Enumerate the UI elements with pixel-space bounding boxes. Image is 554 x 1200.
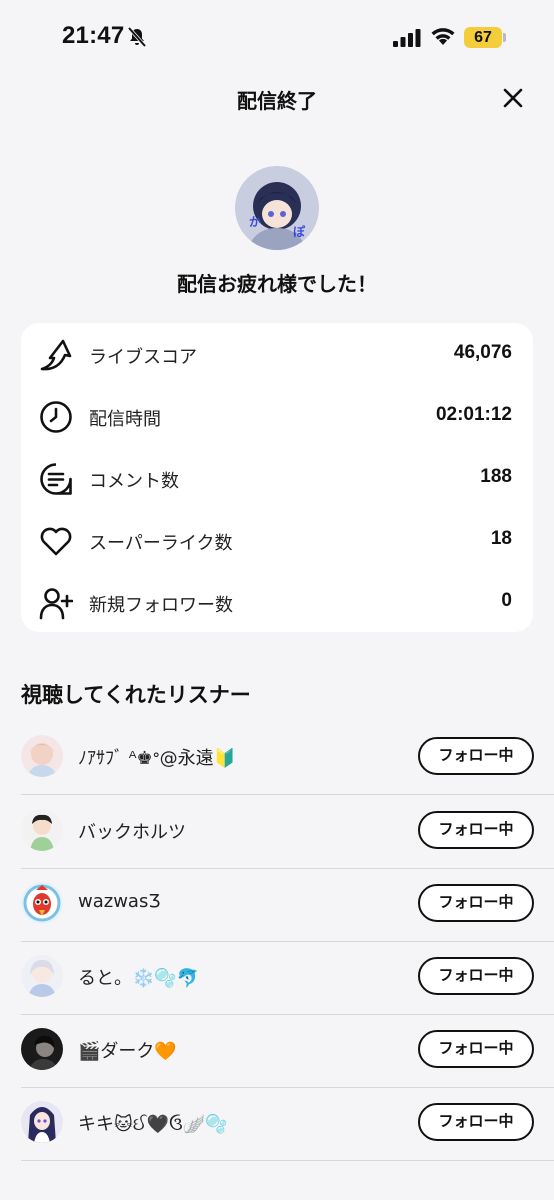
- stat-value: 18: [490, 528, 512, 549]
- stat-row-stream-time: 配信時間 02:01:12: [21, 385, 533, 447]
- listener-name: 🎬ダーク🧡: [78, 1041, 177, 1062]
- listener-name: ﾉｱｻﾌﾞ ᴬ♚ᐤ@永遠🔰: [78, 748, 237, 769]
- listener-name: バックホルツ: [78, 822, 186, 843]
- listener-avatar: [21, 809, 63, 851]
- listener-row: キキ🐱ઈ🖤ઉ🪽🫧 フォロー中: [21, 1087, 554, 1161]
- close-icon[interactable]: [498, 83, 528, 113]
- listener-avatar: [21, 1028, 63, 1070]
- stream-done-message: 配信お疲れ様でした！: [177, 272, 377, 296]
- stat-row-super-likes: スーパーライク数 18: [21, 509, 533, 571]
- following-button[interactable]: フォロー中: [418, 1103, 534, 1141]
- stat-label: 配信時間: [89, 409, 161, 430]
- listener-row: バックホルツ フォロー中: [21, 795, 554, 869]
- listener-row: ﾉｱｻﾌﾞ ᴬ♚ᐤ@永遠🔰 フォロー中: [21, 721, 554, 795]
- stat-label: スーパーライク数: [89, 533, 233, 554]
- stat-label: 新規フォロワー数: [89, 595, 233, 616]
- stat-value: 0: [501, 590, 512, 611]
- stat-row-comments: コメント数 188: [21, 447, 533, 509]
- stat-value: 188: [480, 466, 512, 487]
- following-button[interactable]: フォロー中: [418, 1030, 534, 1068]
- streamer-avatar: か ぽ: [235, 166, 319, 250]
- wifi-icon: [431, 28, 455, 45]
- stat-label: ライブスコア: [89, 347, 197, 368]
- score-arrow-icon: [40, 339, 72, 371]
- svg-text:か: か: [249, 215, 261, 229]
- following-button[interactable]: フォロー中: [418, 957, 534, 995]
- heart-icon: [40, 527, 72, 556]
- listener-name: ると。❄️🫧🐬: [78, 968, 200, 989]
- following-button[interactable]: フォロー中: [418, 737, 534, 775]
- stat-value: 46,076: [453, 342, 512, 363]
- add-user-icon: [39, 588, 73, 620]
- stats-card: ライブスコア 46,076 配信時間 02:01:12 コメント数 188 スー…: [21, 323, 533, 632]
- following-button[interactable]: フォロー中: [418, 884, 534, 922]
- comment-icon: [40, 463, 72, 495]
- battery-indicator: 67: [464, 27, 502, 48]
- stat-row-new-followers: 新規フォロワー数 0: [21, 571, 533, 633]
- stat-label: コメント数: [89, 471, 179, 492]
- stat-row-live-score: ライブスコア 46,076: [21, 323, 533, 385]
- bell-muted-icon: [127, 26, 147, 48]
- battery-nub: [503, 33, 506, 42]
- listeners-section-title: 視聴してくれたリスナー: [21, 683, 251, 707]
- listener-avatar: [21, 1101, 63, 1143]
- status-bar: 21:47 67: [0, 0, 554, 76]
- listener-avatar: [21, 955, 63, 997]
- stat-value: 02:01:12: [435, 404, 512, 425]
- following-button[interactable]: フォロー中: [418, 811, 534, 849]
- status-time: 21:47: [62, 22, 125, 49]
- listener-row: ると。❄️🫧🐬 フォロー中: [21, 941, 554, 1015]
- clock-icon: [40, 401, 72, 433]
- listener-avatar: [21, 735, 63, 777]
- listener-avatar: [21, 882, 63, 924]
- listener-name: キキ🐱ઈ🖤ઉ🪽🫧: [78, 1114, 228, 1135]
- listener-row: wazwasƷ フォロー中: [21, 868, 554, 942]
- listener-row: 🎬ダーク🧡 フォロー中: [21, 1014, 554, 1088]
- svg-text:ぽ: ぽ: [293, 224, 306, 239]
- page-title: 配信終了: [237, 89, 317, 113]
- listener-name: wazwasƷ: [78, 891, 161, 912]
- signal-icon: [393, 29, 421, 47]
